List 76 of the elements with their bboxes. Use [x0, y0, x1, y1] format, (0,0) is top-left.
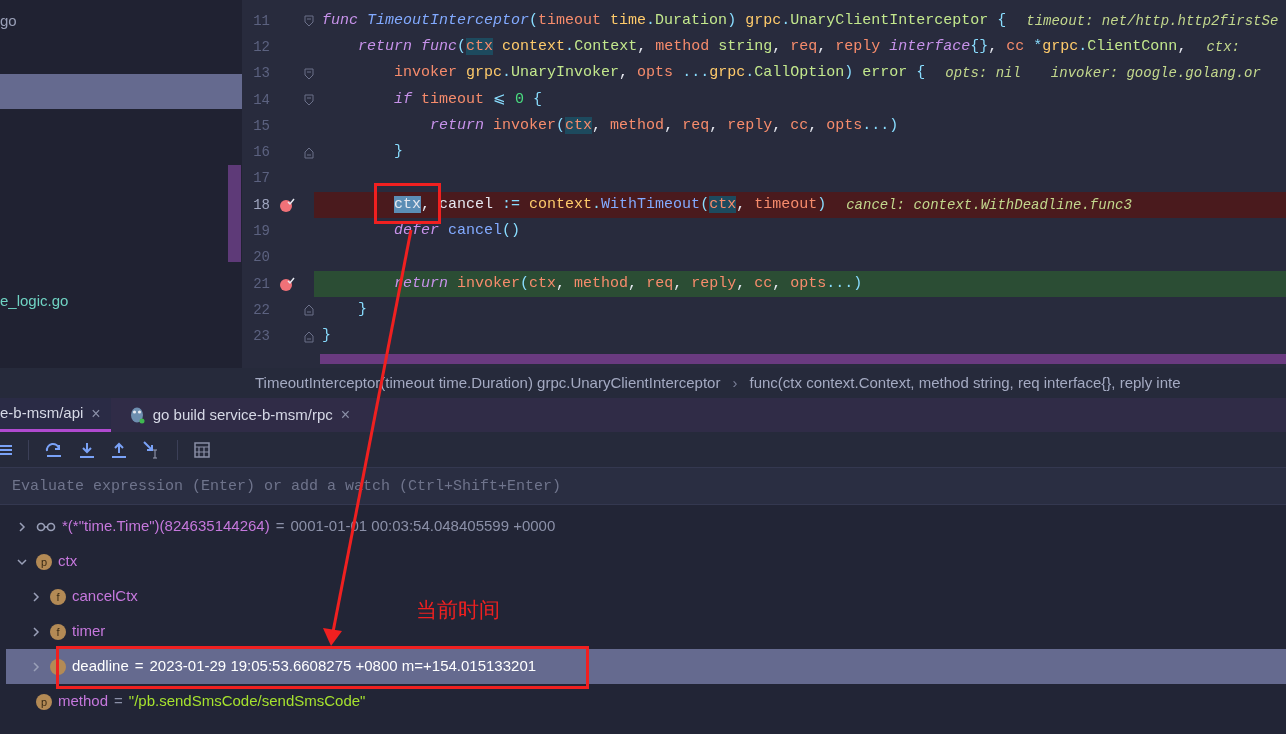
glasses-icon — [36, 521, 56, 532]
line-number: 14 — [252, 90, 270, 110]
badge: f — [50, 588, 66, 605]
line-number: 17 — [252, 169, 270, 189]
fold-icon[interactable] — [304, 94, 314, 107]
breakpoint-icon[interactable] — [279, 197, 295, 213]
line-number: 19 — [252, 222, 270, 241]
inline-hint: opts: nil — [945, 64, 1021, 84]
badge: p — [36, 693, 52, 710]
fold-icon[interactable] — [304, 304, 314, 317]
step-over-icon[interactable] — [45, 441, 63, 458]
line-number: 20 — [252, 248, 270, 268]
fold-icon[interactable] — [304, 146, 314, 159]
code-line: return func(ctx context.Context, method string, req, reply interface{}, cc *grpc.ClientConn, — [357, 37, 1187, 58]
line-number: 21 — [252, 274, 270, 294]
variable-value: 2023-01-29 19:05:53.6608275 +0800 m=+154.015133201 — [149, 656, 537, 677]
badge: f — [50, 623, 66, 640]
inline-hint: ctx: — [1206, 37, 1240, 57]
variable-row[interactable]: f cancelCtx — [6, 579, 144, 614]
variable-name: *(*"time.Time")(824635144264) — [62, 516, 270, 537]
code-line: ctx, cancel := context.WithTimeout(ctx, timeout) — [393, 194, 827, 215]
inline-hint: timeout: net/http.http2firstSe — [1026, 11, 1279, 31]
code-line: invoker grpc.UnaryInvoker, opts ...grpc.CallOption) error { — [393, 63, 926, 84]
step-into-icon[interactable] — [79, 441, 95, 458]
line-number: 22 — [252, 300, 270, 320]
variable-row[interactable]: f timer — [6, 614, 112, 649]
line-number: 16 — [252, 143, 270, 163]
breakpoint-icon[interactable] — [279, 276, 295, 292]
code-line: defer cancel() — [393, 221, 521, 242]
line-number: 18 — [252, 195, 270, 215]
code-line: return invoker(ctx, method, req, reply, cc, opts...) — [429, 116, 899, 137]
variable-row[interactable]: p method = "/pb.sendSmsCode/sendSmsCode" — [6, 684, 372, 719]
variable-name: cancelCtx — [72, 586, 138, 607]
fold-icon[interactable] — [304, 67, 314, 80]
variable-value: "/pb.sendSmsCode/sendSmsCode" — [128, 691, 366, 712]
line-number: 12 — [252, 37, 270, 57]
code-line: if timeout ⩽ 0 { — [393, 89, 543, 110]
debug-tab[interactable]: go build service-b-msm/rpc × — [110, 398, 361, 432]
highlight-frame — [374, 183, 441, 224]
breadcrumb-item[interactable]: func(ctx context.Context, method string, req interface{}, reply inte — [749, 371, 1181, 395]
close-icon[interactable]: × — [91, 401, 101, 426]
chevron-right-icon[interactable] — [30, 625, 42, 638]
app-icon — [128, 406, 145, 424]
line-number: 13 — [252, 64, 270, 84]
tree-item[interactable]: e_logic.go — [0, 284, 242, 319]
inline-hint: cancel: context.WithDeadline.func3 — [846, 195, 1132, 215]
variable-name: timer — [72, 621, 106, 642]
variable-row[interactable]: deadline = 2023-01-29 19:05:53.6608275 +0800 m=+154.015133201 — [6, 649, 1286, 684]
code-line: } — [393, 142, 404, 163]
variable-name: ctx — [58, 551, 78, 572]
badge: p — [36, 553, 52, 570]
line-number: 11 — [252, 11, 270, 31]
equals-sign: = — [134, 656, 144, 677]
variable-name: deadline — [72, 656, 129, 677]
chevron-right-icon[interactable] — [30, 590, 42, 603]
fold-icon[interactable] — [304, 330, 314, 343]
line-number: 23 — [252, 327, 270, 347]
tree-item[interactable]: go — [0, 4, 242, 39]
line-number: 15 — [252, 116, 270, 136]
variable-name: method — [58, 691, 109, 712]
step-out-icon[interactable] — [111, 441, 127, 458]
code-line: func TimeoutInterceptor(timeout time.Duration) grpc.UnaryClientInterceptor { — [322, 10, 1007, 31]
breadcrumb-separator: › — [732, 372, 738, 393]
equals-sign: = — [275, 516, 285, 537]
code-line: } — [322, 326, 331, 347]
menu-icon[interactable] — [0, 443, 12, 456]
debug-tab[interactable]: e-b-msm/api × — [0, 398, 111, 432]
calculator-icon[interactable] — [194, 441, 210, 458]
annotation-note: 当前时间 — [416, 597, 500, 623]
variable-row[interactable]: p ctx — [6, 544, 84, 579]
close-icon[interactable]: × — [340, 403, 351, 427]
equals-sign: = — [114, 691, 123, 712]
code-line: } — [357, 300, 368, 321]
chevron-right-icon[interactable] — [16, 520, 28, 533]
inline-hint: invoker: google.golang.or — [1050, 64, 1261, 84]
fold-icon[interactable] — [304, 15, 314, 28]
